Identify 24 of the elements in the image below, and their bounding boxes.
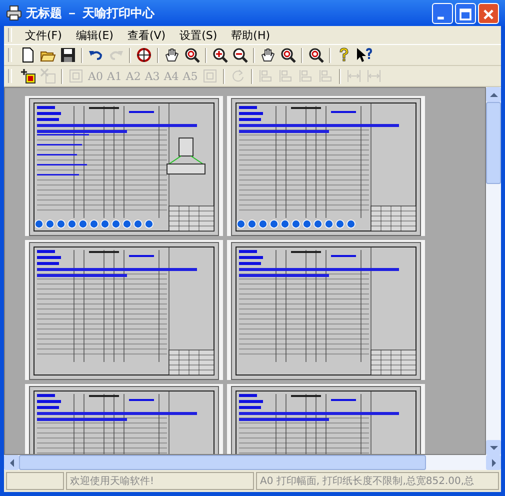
scroll-thumb[interactable] — [486, 102, 501, 184]
vertical-scrollbar[interactable] — [486, 87, 501, 455]
printer-icon — [6, 5, 22, 21]
scroll-right-icon[interactable] — [490, 458, 498, 466]
horizontal-scrollbar[interactable] — [4, 455, 501, 470]
scroll-left-icon[interactable] — [8, 458, 16, 466]
scroll-down-icon[interactable] — [490, 444, 498, 452]
zoomout-icon[interactable] — [230, 46, 250, 64]
scroll-thumb[interactable] — [19, 455, 426, 470]
add-icon[interactable] — [18, 67, 38, 85]
scroll-up-icon[interactable] — [490, 90, 498, 98]
save-icon[interactable] — [58, 46, 78, 64]
target-icon[interactable] — [134, 46, 154, 64]
menu-item[interactable]: 帮助(H) — [224, 28, 278, 42]
menu-item[interactable]: 设置(S) — [172, 28, 224, 42]
menu-item[interactable]: 编辑(E) — [68, 28, 120, 42]
menu-item[interactable]: 文件(F) — [18, 28, 69, 42]
status-info: A0 打印幅面, 打印纸长度不限制,总宽852.00,总 — [256, 472, 499, 490]
window-title: 无标题 － 天喻打印中心 — [26, 4, 154, 22]
status-message: 欢迎使用天喻软件! — [66, 472, 254, 490]
zoomin-icon[interactable] — [210, 46, 230, 64]
whatsthis-icon[interactable] — [354, 46, 374, 64]
menu-item[interactable]: 查看(V) — [120, 28, 173, 42]
status-pane — [6, 472, 64, 490]
